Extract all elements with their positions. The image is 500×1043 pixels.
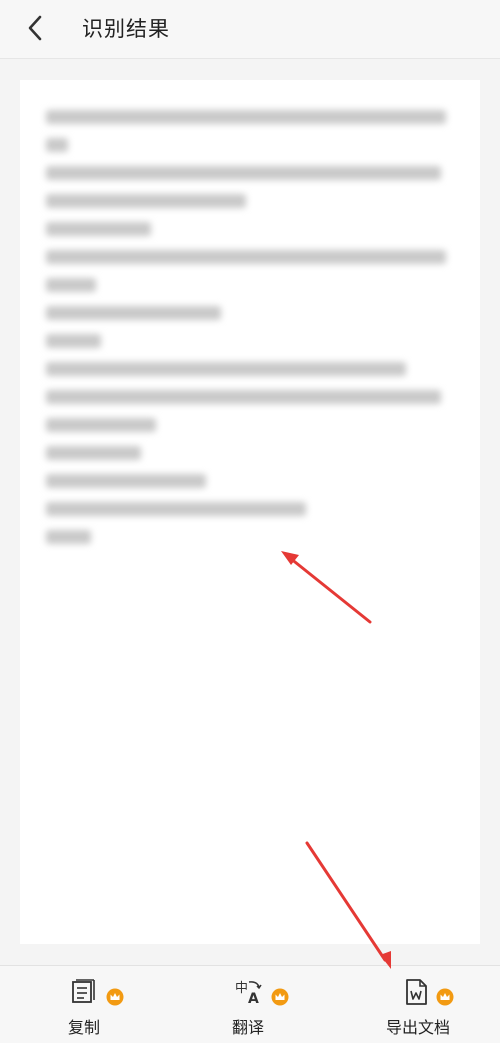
translate-label: 翻译	[232, 1018, 265, 1037]
copy-button[interactable]: 复制	[68, 978, 148, 1038]
svg-text:A: A	[248, 991, 259, 1006]
bottom-toolbar: 复制 中 A 翻译 导出文档	[0, 965, 500, 1043]
blurred-text	[46, 110, 458, 558]
export-document-label: 导出文档	[386, 1018, 451, 1037]
copy-icon	[72, 979, 95, 1003]
crown-icon	[436, 988, 454, 1006]
recognized-text-area[interactable]	[20, 80, 480, 944]
crown-icon	[106, 988, 124, 1006]
copy-label: 复制	[68, 1018, 101, 1037]
translate-icon: 中 A	[235, 981, 262, 1006]
page-title: 识别结果	[82, 17, 170, 41]
export-document-button[interactable]: 导出文档	[386, 978, 466, 1038]
svg-text:中: 中	[235, 981, 248, 996]
crown-icon	[271, 988, 289, 1006]
header-bar: 识别结果	[0, 0, 500, 59]
chevron-left-icon	[28, 15, 42, 41]
translate-button[interactable]: 中 A 翻译	[232, 978, 315, 1038]
document-icon	[406, 979, 427, 1005]
back-button[interactable]	[18, 10, 54, 46]
